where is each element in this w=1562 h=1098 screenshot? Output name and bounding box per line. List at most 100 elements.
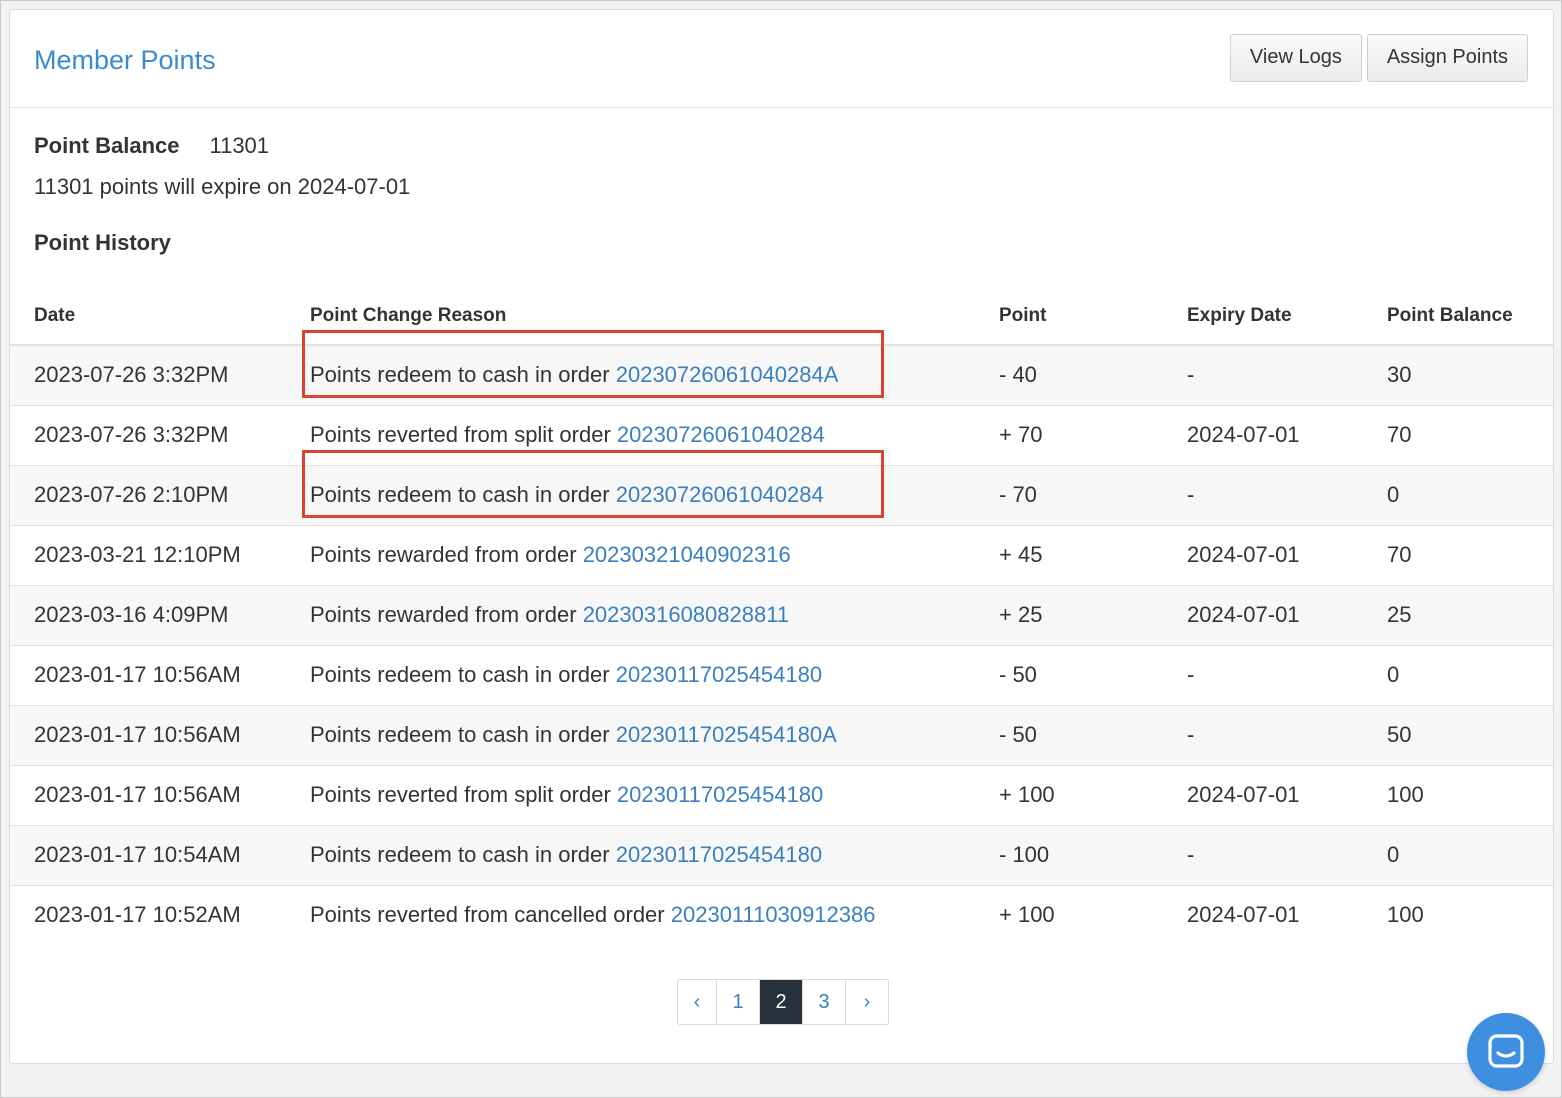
point-history-title: Point History — [34, 230, 171, 255]
cell-date: 2023-01-17 10:56AM — [10, 764, 286, 825]
cell-point: - 100 — [975, 824, 1163, 885]
point-balance-row: Point Balance 11301 — [34, 133, 269, 159]
column-header-balance: Point Balance — [1363, 288, 1553, 346]
cell-point: + 100 — [975, 764, 1163, 825]
table-row: 2023-01-17 10:56AM Points redeem to cash … — [10, 644, 1553, 705]
cell-point: + 100 — [975, 884, 1163, 945]
cell-point: - 40 — [975, 344, 1163, 405]
cell-expiry: - — [1163, 464, 1363, 525]
reason-label: Points redeem to cash in order — [310, 362, 610, 388]
cell-balance: 100 — [1363, 884, 1553, 945]
header-buttons: View Logs Assign Points — [1229, 33, 1528, 82]
reason-text: Points reverted from split order 2023072… — [310, 422, 825, 448]
pagination-page-3[interactable]: 3 — [802, 980, 845, 1024]
reason-text: Points redeem to cash in order 202301170… — [310, 662, 822, 688]
pagination: ‹ 1 2 3 › — [677, 979, 889, 1025]
table-row: 2023-03-16 4:09PM Points rewarded from or… — [10, 584, 1553, 645]
cell-balance: 100 — [1363, 764, 1553, 825]
table-row: 2023-01-17 10:52AM Points reverted from c… — [10, 884, 1553, 945]
cell-expiry: - — [1163, 644, 1363, 705]
cell-date: 2023-03-16 4:09PM — [10, 584, 286, 645]
reason-label: Points reverted from split order — [310, 782, 611, 807]
cell-reason: Points redeem to cash in order 202307260… — [286, 450, 975, 525]
order-link[interactable]: 20230316080828811 — [583, 602, 789, 627]
chat-launcher-button[interactable] — [1467, 1013, 1545, 1091]
cell-date: 2023-03-21 12:10PM — [10, 524, 286, 585]
cell-point: + 25 — [975, 584, 1163, 645]
cell-date: 2023-01-17 10:52AM — [10, 884, 286, 945]
cell-reason: Points reverted from split order 2023072… — [286, 404, 975, 465]
cell-balance: 30 — [1363, 344, 1553, 405]
table-row: 2023-07-26 3:32PM Points reverted from sp… — [10, 404, 1553, 465]
order-link[interactable]: 20230117025454180 — [616, 842, 822, 867]
cell-balance: 0 — [1363, 644, 1553, 705]
cell-balance: 0 — [1363, 824, 1553, 885]
cell-reason: Points redeem to cash in order 202301170… — [286, 824, 975, 885]
panel-title: Member Points — [34, 45, 216, 75]
column-header-reason: Point Change Reason — [286, 288, 975, 346]
order-link[interactable]: 20230117025454180A — [616, 722, 837, 747]
cell-reason: Points redeem to cash in order 202307260… — [286, 330, 975, 405]
order-link[interactable]: 20230726061040284 — [616, 482, 824, 507]
table-header-row: Date Point Change Reason Point Expiry Da… — [10, 288, 1553, 346]
point-history-table: Date Point Change Reason Point Expiry Da… — [10, 288, 1553, 945]
cell-expiry: 2024-07-01 — [1163, 584, 1363, 645]
order-link[interactable]: 20230726061040284A — [616, 362, 839, 387]
cell-date: 2023-07-26 2:10PM — [10, 464, 286, 525]
pagination-page-1[interactable]: 1 — [716, 980, 759, 1024]
table-row: 2023-01-17 10:54AM Points redeem to cash … — [10, 824, 1553, 885]
cell-balance: 50 — [1363, 704, 1553, 765]
column-header-expiry: Expiry Date — [1163, 288, 1363, 346]
cell-expiry: 2024-07-01 — [1163, 884, 1363, 945]
cell-balance: 0 — [1363, 464, 1553, 525]
reason-label: Points reverted from split order — [310, 422, 611, 447]
cell-expiry: 2024-07-01 — [1163, 524, 1363, 585]
cell-balance: 70 — [1363, 404, 1553, 465]
reason-text: Points redeem to cash in order 202301170… — [310, 722, 837, 748]
cell-expiry: - — [1163, 824, 1363, 885]
chat-bubble-icon — [1488, 1034, 1524, 1068]
panel-header: Member Points View Logs Assign Points — [10, 10, 1553, 108]
cell-expiry: - — [1163, 344, 1363, 405]
cell-balance: 70 — [1363, 524, 1553, 585]
order-link[interactable]: 20230111030912386 — [671, 902, 876, 927]
pagination-prev[interactable]: ‹ — [678, 980, 716, 1024]
cell-point: - 50 — [975, 704, 1163, 765]
cell-reason: Points redeem to cash in order 202301170… — [286, 704, 975, 765]
cell-reason: Points reverted from cancelled order 202… — [286, 884, 975, 945]
table-row: 2023-01-17 10:56AM Points reverted from s… — [10, 764, 1553, 825]
cell-point: + 45 — [975, 524, 1163, 585]
reason-label: Points redeem to cash in order — [310, 482, 610, 507]
order-link[interactable]: 20230117025454180 — [616, 662, 822, 687]
cell-reason: Points rewarded from order 2023031608082… — [286, 584, 975, 645]
reason-text: Points reverted from split order 2023011… — [310, 782, 823, 808]
cell-reason: Points redeem to cash in order 202301170… — [286, 644, 975, 705]
view-logs-button[interactable]: View Logs — [1229, 33, 1362, 82]
reason-text: Points redeem to cash in order 202307260… — [302, 450, 884, 518]
cell-date: 2023-01-17 10:56AM — [10, 704, 286, 765]
cell-expiry: 2024-07-01 — [1163, 764, 1363, 825]
point-balance-value: 11301 — [209, 133, 270, 158]
reason-label: Points rewarded from order — [310, 542, 577, 567]
table-body: 2023-07-26 3:32PM Points redeem to cash i… — [10, 330, 1553, 945]
reason-label: Points rewarded from order — [310, 602, 577, 627]
cell-point: - 50 — [975, 644, 1163, 705]
table-row: 2023-01-17 10:56AM Points redeem to cash … — [10, 704, 1553, 765]
table-row: 2023-07-26 2:10PM Points redeem to cash i… — [10, 450, 1553, 525]
cell-date: 2023-07-26 3:32PM — [10, 344, 286, 405]
column-header-point: Point — [975, 288, 1163, 346]
reason-text: Points redeem to cash in order 202307260… — [301, 330, 885, 399]
table-row: 2023-07-26 3:32PM Points redeem to cash i… — [10, 330, 1553, 405]
table-row: 2023-03-21 12:10PM Points rewarded from o… — [10, 524, 1553, 585]
assign-points-button[interactable]: Assign Points — [1366, 33, 1528, 82]
reason-label: Points reverted from cancelled order — [310, 902, 665, 928]
pagination-next[interactable]: › — [845, 980, 888, 1024]
cell-expiry: - — [1163, 704, 1363, 765]
order-link[interactable]: 20230321040902316 — [583, 542, 791, 567]
reason-label: Points redeem to cash in order — [310, 722, 610, 747]
cell-point: + 70 — [975, 404, 1163, 465]
order-link[interactable]: 20230726061040284 — [617, 422, 825, 447]
pagination-page-2[interactable]: 2 — [759, 980, 802, 1024]
order-link[interactable]: 20230117025454180 — [617, 782, 823, 807]
member-points-panel: Member Points View Logs Assign Points Po… — [9, 9, 1554, 1064]
